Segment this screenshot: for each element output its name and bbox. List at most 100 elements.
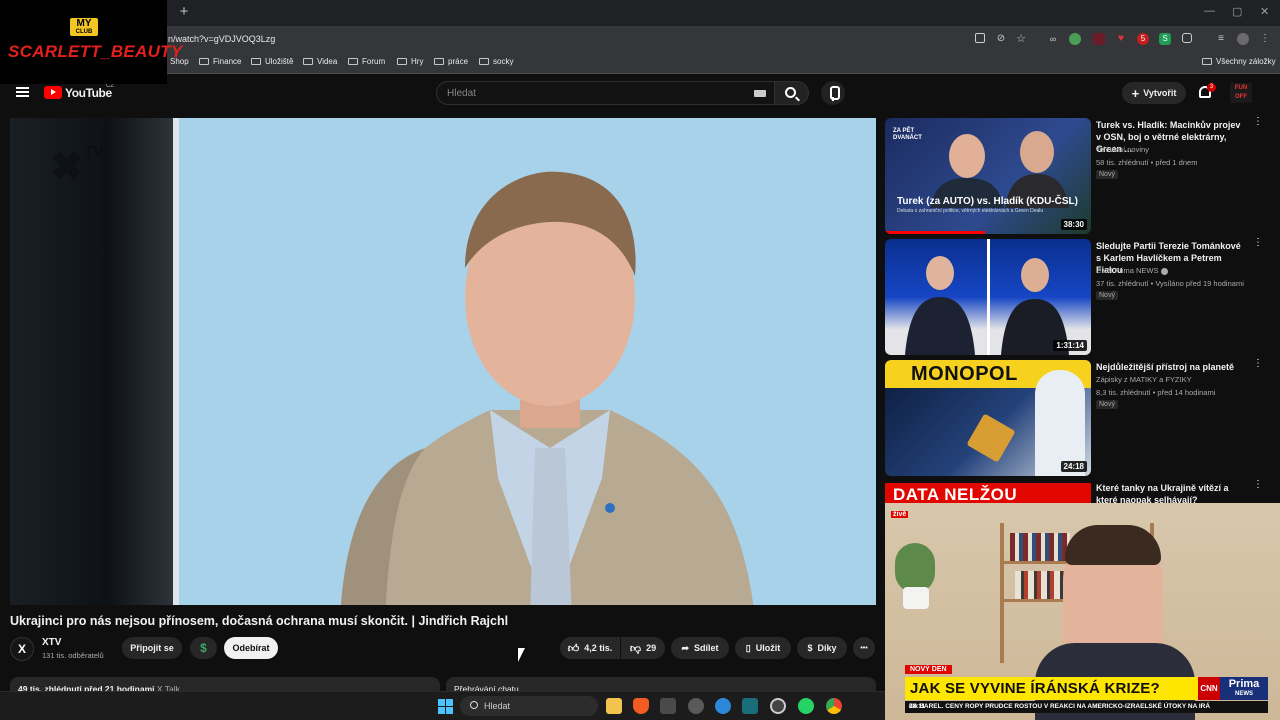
bookmark-videos[interactable]: Videa bbox=[303, 57, 337, 66]
notification-count-badge: 3 bbox=[1207, 83, 1216, 92]
video-thumbnail[interactable]: 1:31:14 bbox=[885, 239, 1091, 355]
speaker-figure bbox=[340, 171, 754, 605]
rec-title[interactable]: Nejdůležitější přístroj na planetě bbox=[1096, 361, 1246, 373]
rec-stats: 37 tis. zhlédnutí • Vysíláno před 19 hod… bbox=[1096, 279, 1244, 288]
bookmark-forum[interactable]: Forum bbox=[348, 57, 385, 66]
bookmark-finance[interactable]: Finance bbox=[199, 57, 241, 66]
extension-glasses-icon[interactable]: ∞ bbox=[1047, 33, 1059, 45]
bookmark-games[interactable]: Hry bbox=[397, 57, 423, 66]
xtv-watermark: ✖TV bbox=[50, 144, 104, 189]
new-badge: Nový bbox=[1096, 170, 1118, 179]
search-icon bbox=[470, 701, 478, 709]
video-thumbnail[interactable]: ZA PĚT DVANÁCT Turek (za AUTO) vs. Hladí… bbox=[885, 118, 1091, 234]
kebab-menu-icon[interactable]: ⋮ bbox=[1253, 117, 1263, 127]
folder-icon bbox=[251, 58, 261, 65]
create-button[interactable]: + Vytvořit bbox=[1122, 82, 1186, 104]
rec-channel[interactable]: CNN Prima NEWS bbox=[1096, 266, 1168, 275]
studio-background-edge bbox=[173, 118, 179, 605]
url-field[interactable]: n/watch?v=gVDJVOQ3Lzg bbox=[168, 34, 275, 44]
list-item[interactable]: 1:31:14 Sledujte Partii Terezie Tománkov… bbox=[885, 238, 1275, 355]
channel-name[interactable]: XTV bbox=[42, 637, 61, 648]
dislike-button[interactable]: 👎︎ 29 bbox=[621, 637, 665, 659]
whatsapp-icon[interactable] bbox=[798, 698, 814, 714]
rec-channel[interactable]: Televizní noviny bbox=[1096, 145, 1149, 154]
bookmark-star-icon[interactable]: ☆ bbox=[1015, 33, 1027, 45]
join-button[interactable]: Připojit se bbox=[122, 637, 182, 659]
file-explorer-icon[interactable] bbox=[606, 698, 622, 714]
list-item[interactable]: MONOPOL 24:18 Nejdůležitější přístroj na… bbox=[885, 359, 1275, 476]
cnn-logo: CNN bbox=[1198, 677, 1220, 700]
thanks-button[interactable]: $ Díky bbox=[797, 637, 847, 659]
prima-news-logo: Prima NEWS bbox=[1220, 677, 1268, 700]
thumbnail-subcaption: Debata o zahraniční politice, větrných e… bbox=[897, 208, 1044, 214]
keyboard-icon[interactable] bbox=[754, 90, 766, 97]
bookmark-storage[interactable]: Uložiště bbox=[251, 57, 293, 66]
kebab-menu-icon[interactable]: ⋮ bbox=[1253, 359, 1263, 369]
bookmark-socials[interactable]: socky bbox=[479, 57, 513, 66]
club-badge: MY CLUB bbox=[70, 18, 98, 36]
menu-icon[interactable] bbox=[16, 87, 29, 97]
channel-avatar[interactable]: X bbox=[10, 637, 34, 661]
taskbar-search-input[interactable]: Hledat bbox=[460, 696, 598, 716]
close-icon[interactable]: ✕ bbox=[1260, 5, 1269, 18]
search-placeholder: Hledat bbox=[447, 88, 476, 99]
folder-icon bbox=[199, 58, 209, 65]
live-tv-overlay: živě NOVÝ DEN JAK SE VYVINE ÍRÁNSKÁ KRIZ… bbox=[885, 503, 1280, 720]
maximize-icon[interactable]: ▢ bbox=[1232, 5, 1242, 18]
overlay-name: SCARLETT_BEAUTY bbox=[8, 42, 183, 61]
kebab-menu-icon[interactable]: ⋮ bbox=[1253, 480, 1263, 490]
app-teal-icon[interactable] bbox=[742, 698, 758, 714]
super-thanks-dollar-button[interactable]: $ bbox=[190, 637, 217, 659]
youtube-logo-icon[interactable] bbox=[44, 86, 62, 99]
extension-5-icon[interactable]: 5 bbox=[1137, 33, 1149, 45]
search-input[interactable]: Hledat bbox=[436, 81, 775, 105]
share-button[interactable]: ➦ Sdílet bbox=[671, 637, 729, 659]
folder-icon bbox=[397, 58, 407, 65]
chrome-icon[interactable] bbox=[826, 698, 842, 714]
install-app-icon[interactable] bbox=[975, 33, 985, 43]
video-player[interactable]: ✖TV bbox=[10, 118, 876, 605]
kebab-menu-icon[interactable]: ⋮ bbox=[1253, 238, 1263, 248]
windows-start-icon[interactable] bbox=[438, 699, 453, 714]
extension-green-icon[interactable] bbox=[1069, 33, 1081, 45]
live-badge: živě bbox=[891, 511, 909, 518]
extension-s-icon[interactable]: S bbox=[1159, 33, 1171, 45]
media-control-icon[interactable]: ≡ bbox=[1215, 33, 1227, 45]
subscribe-button[interactable]: Odebírat bbox=[224, 637, 278, 659]
thumbnail-data-banner: DATA NELŽOU bbox=[885, 483, 1091, 505]
profile-avatar-icon[interactable] bbox=[1237, 33, 1249, 45]
list-item[interactable]: ZA PĚT DVANÁCT Turek (za AUTO) vs. Hladí… bbox=[885, 117, 1275, 234]
subscriber-count: 131 tis. odběratelů bbox=[42, 651, 104, 660]
more-actions-button[interactable]: ••• bbox=[853, 637, 875, 659]
like-button[interactable]: 👍︎ 4,2 tis. bbox=[560, 637, 620, 659]
folder-icon bbox=[303, 58, 313, 65]
save-button[interactable]: ▯ Uložit bbox=[735, 637, 791, 659]
extensions-puzzle-icon[interactable] bbox=[1182, 33, 1192, 43]
minimize-icon[interactable]: — bbox=[1204, 5, 1215, 17]
folder-icon bbox=[479, 58, 489, 65]
brave-browser-icon[interactable] bbox=[633, 698, 649, 714]
video-thumbnail[interactable]: MONOPOL 24:18 bbox=[885, 360, 1091, 476]
youtube-wordmark[interactable]: YouTube bbox=[65, 86, 112, 100]
new-badge: Nový bbox=[1096, 291, 1118, 300]
rec-channel[interactable]: Zápisky z MATIKY a FYZIKY bbox=[1096, 375, 1192, 384]
rec-stats: 58 tis. zhlédnutí • před 1 dnem bbox=[1096, 158, 1198, 167]
app-hex-icon[interactable] bbox=[688, 698, 704, 714]
search-button[interactable] bbox=[775, 81, 809, 105]
rec-title[interactable]: Které tanky na Ukrajině vítězí a které n… bbox=[1096, 482, 1246, 504]
obs-studio-icon[interactable] bbox=[770, 698, 786, 714]
browser-menu-icon[interactable]: ⋮ bbox=[1259, 33, 1271, 45]
calculator-icon[interactable] bbox=[660, 698, 676, 714]
voice-search-button[interactable] bbox=[821, 81, 845, 105]
new-tab-button[interactable]: + bbox=[176, 4, 192, 20]
edge-browser-icon[interactable] bbox=[715, 698, 731, 714]
bookmark-all[interactable]: Všechny záložky bbox=[1202, 57, 1276, 66]
avatar[interactable]: FUN OFF bbox=[1230, 83, 1252, 103]
extension-heart-icon[interactable]: ♥ bbox=[1115, 33, 1127, 45]
bookmark-work[interactable]: práce bbox=[434, 57, 468, 66]
extension-dark-icon[interactable] bbox=[1093, 33, 1105, 45]
plus-icon: + bbox=[1131, 85, 1140, 101]
folder-icon bbox=[434, 58, 444, 65]
eye-off-icon[interactable]: ⊘ bbox=[995, 33, 1007, 45]
show-tag: NOVÝ DEN bbox=[905, 665, 952, 674]
